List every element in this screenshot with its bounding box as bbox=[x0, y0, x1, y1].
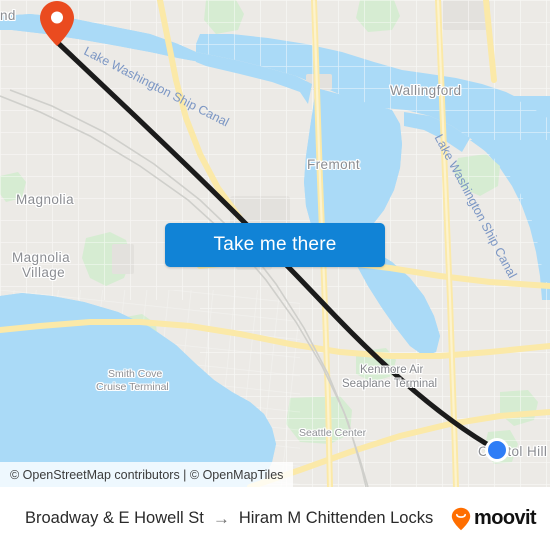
moovit-logo[interactable]: moovit bbox=[451, 507, 550, 531]
map-canvas[interactable]: Lake Washington Ship Canal Lake Washingt… bbox=[0, 0, 550, 487]
route-footer: Broadway & E Howell St → Hiram M Chitten… bbox=[0, 487, 550, 550]
attribution-text[interactable]: © OpenStreetMap contributors | © OpenMap… bbox=[10, 468, 283, 482]
map-attribution: © OpenStreetMap contributors | © OpenMap… bbox=[0, 462, 294, 487]
route-summary: Broadway & E Howell St → Hiram M Chitten… bbox=[0, 509, 451, 528]
arrow-right-icon: → bbox=[212, 509, 230, 528]
take-me-there-button[interactable]: Take me there bbox=[165, 223, 385, 267]
moovit-pin-icon bbox=[451, 507, 471, 531]
moovit-route-widget: Lake Washington Ship Canal Lake Washingt… bbox=[0, 0, 550, 550]
origin-pin[interactable] bbox=[39, 0, 75, 48]
moovit-wordmark: moovit bbox=[474, 507, 537, 529]
destination-name: Hiram M Chittenden Locks bbox=[238, 509, 434, 527]
origin-name: Broadway & E Howell St bbox=[25, 509, 204, 527]
destination-dot[interactable] bbox=[485, 438, 509, 462]
